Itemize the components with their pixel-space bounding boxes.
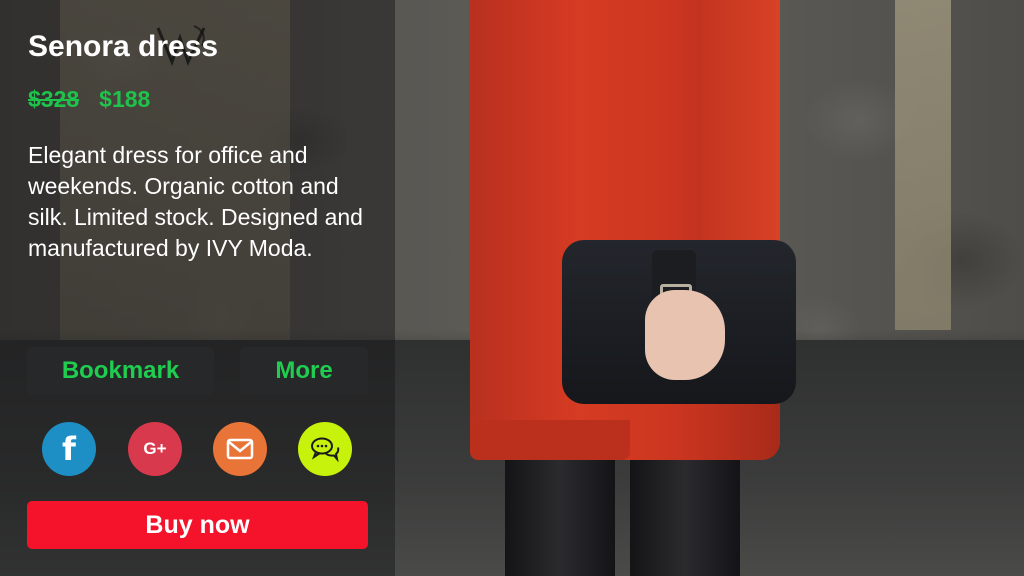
model-hand — [645, 290, 725, 380]
original-price: $328 — [28, 86, 80, 112]
google-plus-icon: G+ — [143, 439, 167, 458]
more-button[interactable]: More — [240, 347, 368, 395]
sale-price: $188 — [99, 86, 151, 112]
model-leg-left — [505, 440, 615, 576]
chat-share-button[interactable] — [298, 422, 352, 476]
product-info-panel: Senora dress $328 $188 Elegant dress for… — [0, 0, 395, 576]
buy-now-button[interactable]: Buy now — [27, 501, 368, 549]
product-description: Elegant dress for office and weekends. O… — [28, 142, 363, 261]
stone-pillar — [895, 0, 951, 330]
dress-hem — [470, 420, 630, 460]
mail-icon — [226, 438, 254, 460]
bookmark-button[interactable]: Bookmark — [27, 347, 214, 395]
product-title: Senora dress — [28, 30, 219, 63]
model-leg-right — [630, 440, 740, 576]
price-row: $328 $188 — [28, 86, 150, 113]
mail-share-button[interactable] — [213, 422, 267, 476]
facebook-icon: f — [62, 430, 76, 468]
chat-icon — [311, 437, 340, 462]
facebook-share-button[interactable]: f — [42, 422, 96, 476]
google-plus-share-button[interactable]: G+ — [128, 422, 182, 476]
